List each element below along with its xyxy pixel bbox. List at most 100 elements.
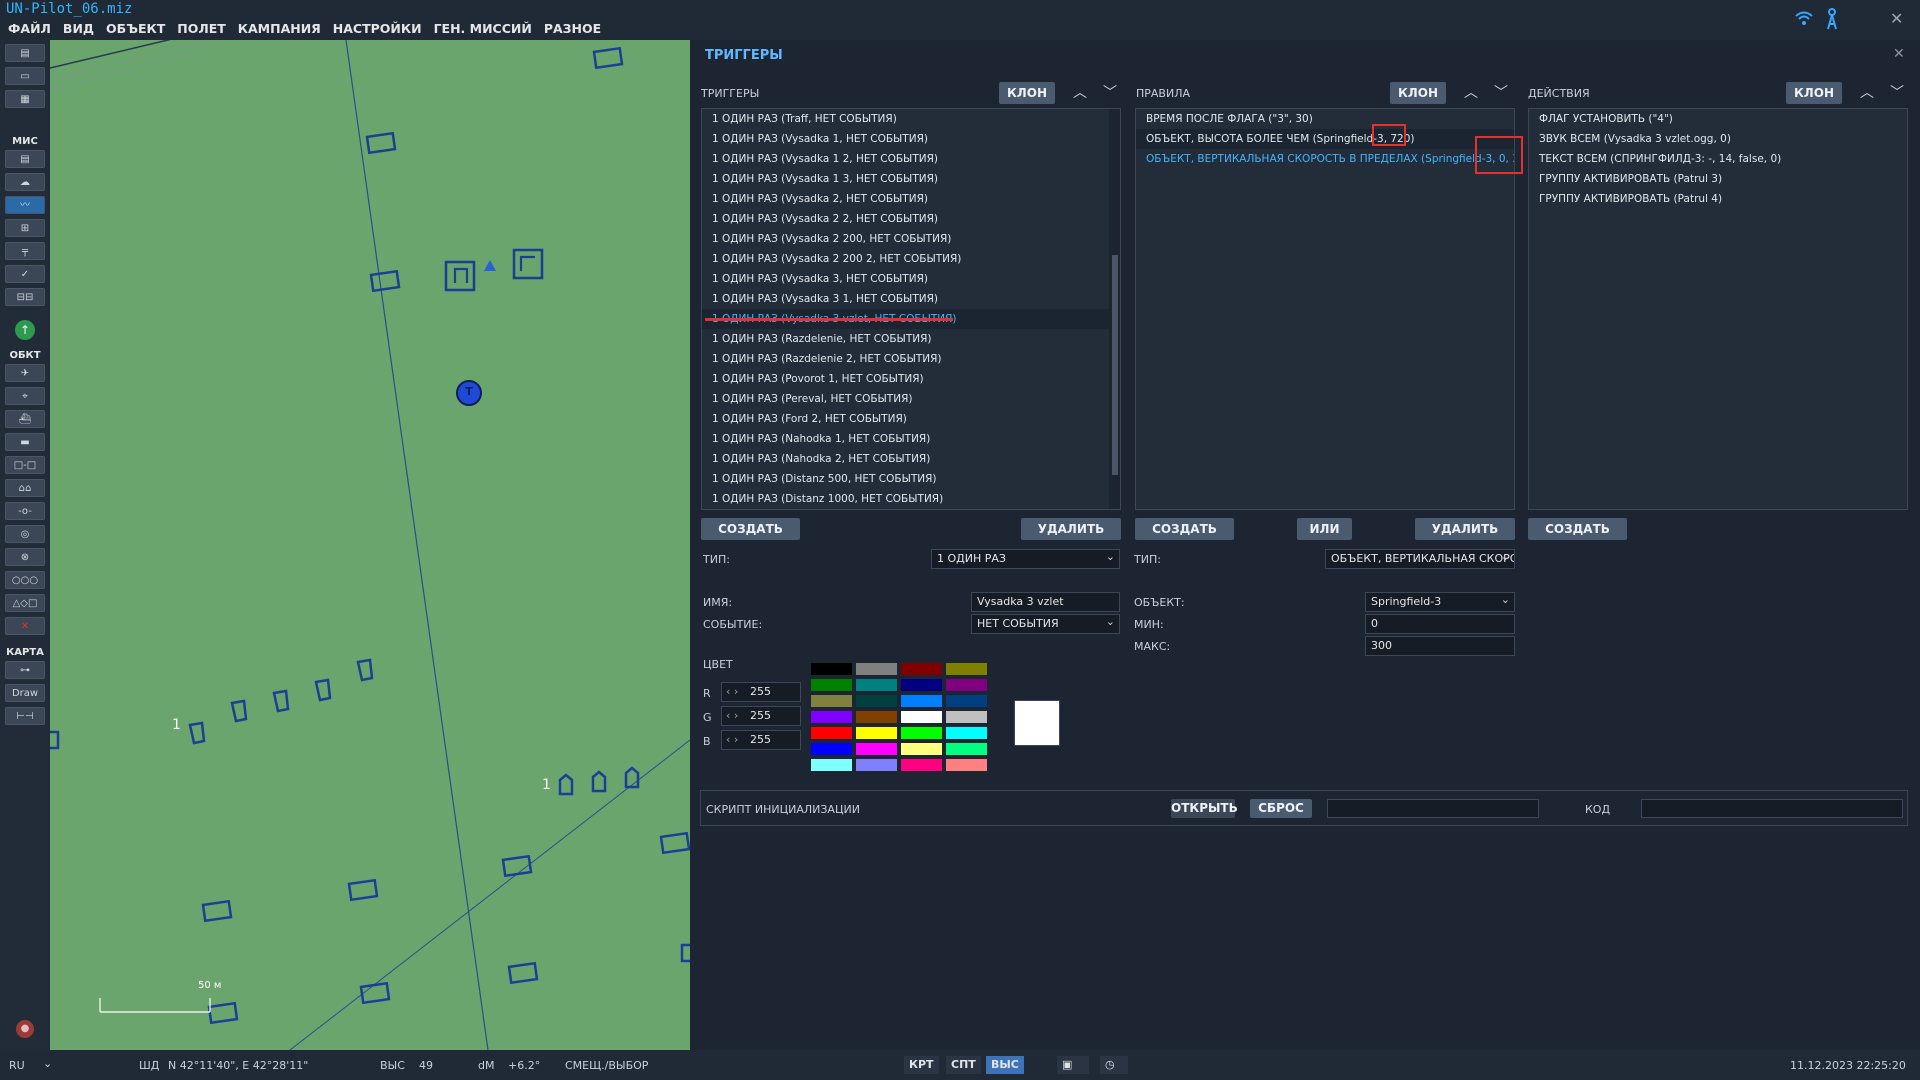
map-key-icon[interactable]: ⊶ [5,661,45,679]
rules-move-up-icon[interactable]: ︿ [1464,82,1478,102]
color-swatch[interactable] [900,710,943,724]
color-swatch[interactable] [900,742,943,756]
vehicle-icon[interactable]: ▬ [5,433,45,451]
actions-clone-button[interactable]: КЛОН [1786,82,1842,104]
zone-line-icon[interactable]: -o- [5,502,45,520]
list-item[interactable]: 1 ОДИН РАЗ (Vysadka 2 200 2, НЕТ СОБЫТИЯ… [702,249,1120,269]
airplane-icon[interactable]: ✈ [5,364,45,382]
color-swatch[interactable] [855,726,898,740]
actions-create-button[interactable]: СОЗДАТЬ [1528,518,1627,540]
color-b-stepper[interactable]: ‹ › 255 [721,730,801,750]
actions-move-up-icon[interactable]: ︿ [1860,82,1874,102]
trigger-event-select[interactable]: НЕТ СОБЫТИЯ [971,614,1120,634]
color-swatch[interactable] [945,742,988,756]
stepper-arrows-icon[interactable]: ‹ › [726,731,738,749]
clock-icon[interactable]: ◷ [1100,1056,1128,1074]
zone-icon[interactable]: ⊗ [5,548,45,566]
color-swatch[interactable] [945,758,988,772]
color-swatch[interactable] [855,758,898,772]
color-swatch[interactable] [810,758,853,772]
color-swatch[interactable] [810,710,853,724]
list-item[interactable]: 1 ОДИН РАЗ (Povorot 1, НЕТ СОБЫТИЯ) [702,369,1120,389]
list-item[interactable]: 1 ОДИН РАЗ (Vysadka 3 1, НЕТ СОБЫТИЯ) [702,289,1120,309]
list-item[interactable]: ВРЕМЯ ПОСЛЕ ФЛАГА ("3", 30) [1136,109,1514,129]
color-swatch[interactable] [855,662,898,676]
krt-button[interactable]: КРТ [904,1056,939,1074]
check-icon[interactable]: ✓ [5,265,45,283]
close-window-icon[interactable]: ✕ [1890,9,1903,28]
record-icon[interactable]: ● [16,1020,34,1038]
script-reset-button[interactable]: СБРОС [1250,799,1312,818]
weather-icon[interactable]: ☁ [5,173,45,191]
failures-icon[interactable]: ⊟⊟ [5,288,45,306]
list-item[interactable]: 1 ОДИН РАЗ (Razdelenie, НЕТ СОБЫТИЯ) [702,329,1120,349]
delete-icon[interactable]: ✕ [5,617,45,635]
script-open-button[interactable]: ОТКРЫТЬ [1171,799,1238,818]
color-swatch[interactable] [900,678,943,692]
list-item[interactable]: 1 ОДИН РАЗ (Traff, НЕТ СОБЫТИЯ) [702,109,1120,129]
list-item[interactable]: ГРУППУ АКТИВИРОВАТЬ (Patrul 4) [1529,189,1907,209]
rule-max-input[interactable]: 300 [1365,636,1515,656]
menu-misc[interactable]: РАЗНОЕ [544,21,601,36]
color-swatch[interactable] [945,694,988,708]
list-item[interactable]: ТЕКСТ ВСЕМ (СПРИНГФИЛД-3: -, 14, false, … [1529,149,1907,169]
color-swatch[interactable] [945,726,988,740]
color-swatch[interactable] [945,710,988,724]
open-file-icon[interactable]: ▭ [5,67,45,85]
map-view[interactable]: T 1 1 50 м [50,40,690,1050]
list-item[interactable]: ЗВУК ВСЕМ (Vysadka 3 vzlet.ogg, 0) [1529,129,1907,149]
list-item[interactable]: 1 ОДИН РАЗ (Nahodka 1, НЕТ СОБЫТИЯ) [702,429,1120,449]
list-item[interactable]: ОБЪЕКТ, ВЫСОТА БОЛЕЕ ЧЕМ (Springfield-3,… [1136,129,1514,149]
arrow-up-circle-icon[interactable]: ↑ [15,320,35,340]
menu-settings[interactable]: НАСТРОЙКИ [333,21,422,36]
rules-or-button[interactable]: ИЛИ [1297,518,1352,540]
rule-min-input[interactable]: 0 [1365,614,1515,634]
triggers-create-button[interactable]: СОЗДАТЬ [701,518,800,540]
color-swatch[interactable] [810,678,853,692]
color-swatch[interactable] [945,678,988,692]
actions-list[interactable]: ФЛАГ УСТАНОВИТЬ ("4") ЗВУК ВСЕМ (Vysadka … [1528,108,1908,510]
ruler-icon[interactable]: ⊢⊣ [5,707,45,725]
list-item[interactable]: 1 ОДИН РАЗ (Vysadka 1 2, НЕТ СОБЫТИЯ) [702,149,1120,169]
color-swatch[interactable] [900,758,943,772]
color-swatch[interactable] [810,726,853,740]
triggers-list[interactable]: 1 ОДИН РАЗ (Traff, НЕТ СОБЫТИЯ) 1 ОДИН РА… [701,108,1121,510]
static-object-icon[interactable]: □-□ [5,456,45,474]
color-g-stepper[interactable]: ‹ › 255 [721,706,801,726]
template-icon[interactable]: ⌂⌂ [5,479,45,497]
stepper-arrows-icon[interactable]: ‹ › [726,683,738,701]
rules-list[interactable]: ВРЕМЯ ПОСЛЕ ФЛАГА ("3", 30) ОБЪЕКТ, ВЫСОТ… [1135,108,1515,510]
vys-button[interactable]: ВЫС [986,1056,1024,1074]
list-item[interactable]: 1 ОДИН РАЗ (Vysadka 2 200, НЕТ СОБЫТИЯ) [702,229,1120,249]
triggers-move-down-icon[interactable]: ﹀ [1103,82,1117,102]
menu-file[interactable]: ФАЙЛ [8,21,51,36]
trigger-name-input[interactable]: Vysadka 3 vzlet [971,592,1120,612]
color-r-stepper[interactable]: ‹ › 255 [721,682,801,702]
triggers-delete-button[interactable]: УДАЛИТЬ [1021,518,1121,540]
resources-icon[interactable]: ╤ [5,242,45,260]
color-swatch[interactable] [855,694,898,708]
helicopter-icon[interactable]: ⌖ [5,387,45,405]
list-item[interactable]: 1 ОДИН РАЗ (Ford 2, НЕТ СОБЫТИЯ) [702,409,1120,429]
panel-close-icon[interactable]: ✕ [1893,46,1905,62]
triggers-move-up-icon[interactable]: ︿ [1073,82,1087,102]
spt-button[interactable]: СПТ [946,1056,981,1074]
draw-button[interactable]: Draw [5,684,45,702]
list-item[interactable]: 1 ОДИН РАЗ (Vysadka 1, НЕТ СОБЫТИЯ) [702,129,1120,149]
menu-view[interactable]: ВИД [63,21,94,36]
camera-icon[interactable]: ▣ [1057,1056,1089,1074]
color-swatch[interactable] [900,694,943,708]
menu-flight[interactable]: ПОЛЕТ [177,21,226,36]
multi-zone-icon[interactable]: ○○○ [5,571,45,589]
rule-object-select[interactable]: Springfield-3 [1365,592,1515,612]
color-swatch[interactable] [810,694,853,708]
color-swatch[interactable] [855,710,898,724]
list-item[interactable]: ОБЪЕКТ, ВЕРТИКАЛЬНАЯ СКОРОСТЬ В ПРЕДЕЛАХ… [1136,149,1514,169]
color-swatch[interactable] [945,662,988,676]
save-file-icon[interactable]: ▦ [5,90,45,108]
menu-mission-gen[interactable]: ГЕН. МИССИЙ [434,21,532,36]
briefing-icon[interactable]: ▤ [5,150,45,168]
list-item[interactable]: 1 ОДИН РАЗ (Pereval, НЕТ СОБЫТИЯ) [702,389,1120,409]
goals-icon[interactable]: ⊞ [5,219,45,237]
shapes-icon[interactable]: △◇□ [5,594,45,612]
